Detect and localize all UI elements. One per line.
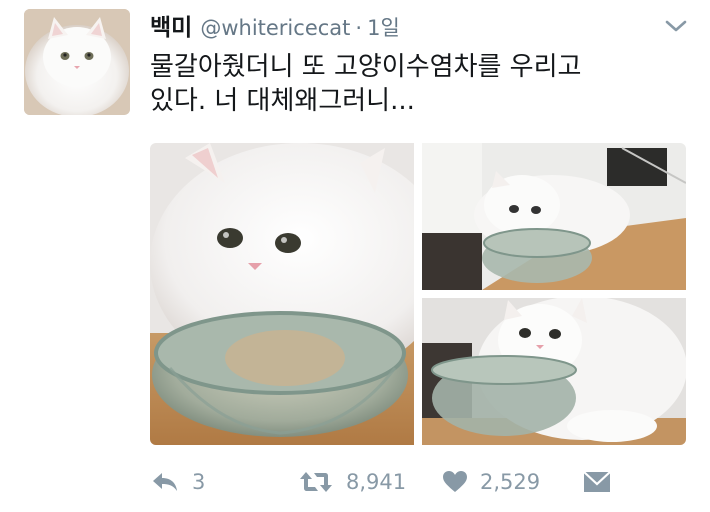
photo-cat-lying-bowl[interactable]	[422, 143, 686, 290]
tweet-header: 백미 @whitericecat · 1일	[150, 8, 400, 42]
chevron-down-icon	[665, 20, 687, 32]
retweet-icon	[300, 472, 332, 492]
timestamp[interactable]: 1일	[367, 12, 400, 42]
retweet-count: 8,941	[346, 470, 407, 494]
direct-message-button[interactable]	[583, 462, 611, 502]
photo-cat-bowl-closeup[interactable]	[150, 143, 414, 445]
heart-icon	[443, 471, 467, 492]
like-count: 2,529	[480, 470, 541, 494]
avatar[interactable]	[24, 9, 130, 115]
photo-cat-front-bowl[interactable]	[422, 298, 686, 445]
header-separator: ·	[355, 16, 363, 40]
reply-button[interactable]: 3	[150, 462, 205, 502]
display-name[interactable]: 백미	[150, 8, 192, 42]
tweet-text-line: 있다. 너 대체왜그러니...	[150, 86, 415, 116]
like-button[interactable]: 2,529	[442, 462, 540, 502]
tweet-text-line: 물갈아줬더니 또 고양이수염차를 우리고	[150, 52, 582, 82]
retweet-button[interactable]: 8,941	[298, 462, 406, 502]
tweet-actions: 3 8,941 2,529	[150, 462, 690, 502]
tweet-text: 물갈아줬더니 또 고양이수염차를 우리고 있다. 너 대체왜그러니...	[150, 50, 690, 118]
reply-count: 3	[192, 470, 206, 494]
username-handle[interactable]: @whitericecat	[200, 16, 350, 40]
reply-icon	[153, 473, 177, 491]
envelope-icon	[583, 471, 611, 492]
avatar-cat-image	[24, 9, 130, 115]
media-grid	[150, 143, 686, 445]
tweet-menu-button[interactable]	[662, 14, 690, 38]
